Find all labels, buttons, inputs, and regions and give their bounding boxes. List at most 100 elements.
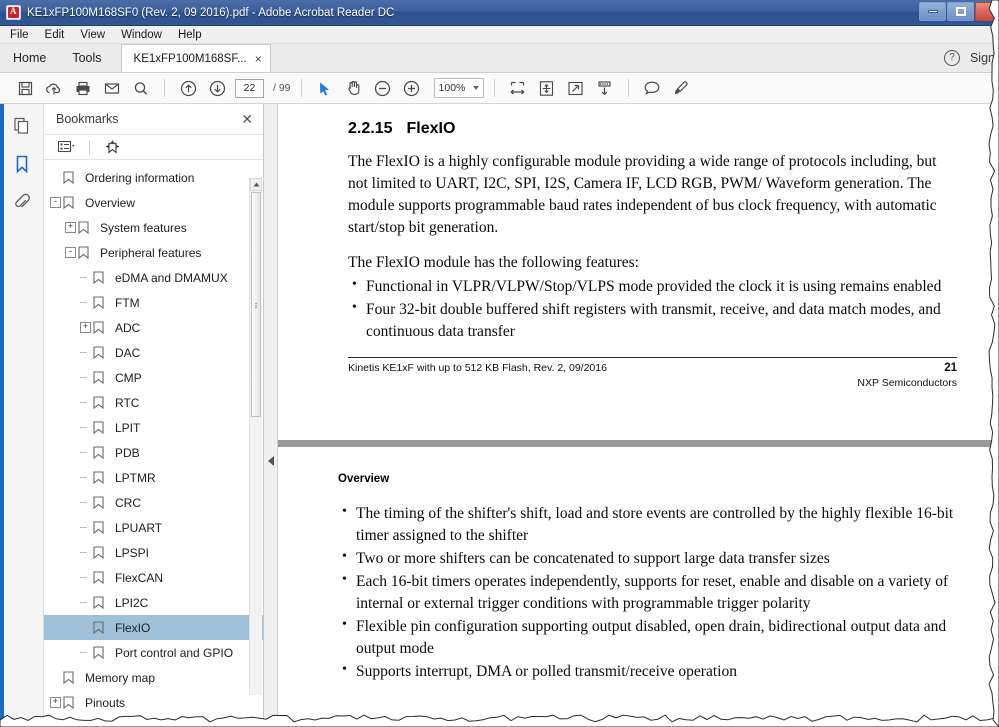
section-heading: 2.2.15 FlexIO	[348, 104, 957, 138]
fullscreen-icon[interactable]	[563, 76, 589, 100]
print-icon[interactable]	[70, 76, 96, 100]
section-number: 2.2.15	[348, 120, 393, 137]
menu-file[interactable]: File	[10, 29, 29, 41]
expand-icon[interactable]: +	[80, 322, 91, 333]
fit-width-icon[interactable]	[505, 76, 531, 100]
bookmark-icon	[93, 296, 106, 309]
collapse-icon[interactable]: -	[50, 197, 61, 208]
bookmarks-icon[interactable]	[10, 152, 34, 176]
close-icon[interactable]: ✕	[241, 112, 253, 126]
zoom-out-icon[interactable]	[370, 76, 396, 100]
bookmark-item-label: Overview	[85, 195, 136, 210]
bookmark-item-peripheral-features[interactable]: - Peripheral features	[44, 240, 263, 265]
minimize-button[interactable]	[919, 2, 946, 21]
highlight-icon[interactable]	[668, 76, 694, 100]
bookmark-item-lpit[interactable]: LPIT	[44, 415, 263, 440]
bookmark-item-label: System features	[100, 220, 187, 235]
list-item: The timing of the shifter's shift, load …	[338, 502, 957, 547]
bookmarks-scrollbar[interactable]	[249, 178, 262, 695]
bookmark-item-label: FTM	[115, 295, 140, 310]
bookmark-item-flexcan[interactable]: FlexCAN	[44, 565, 263, 590]
tab-home[interactable]: Home	[0, 43, 59, 72]
cloud-upload-icon[interactable]	[41, 76, 67, 100]
bookmark-item-label: Ordering information	[85, 170, 195, 185]
bookmark-item-label: RTC	[115, 395, 140, 410]
bookmark-item-adc[interactable]: + ADC	[44, 315, 263, 340]
bookmark-item-flexio[interactable]: FlexIO	[44, 615, 263, 640]
save-icon[interactable]	[12, 76, 38, 100]
bookmark-item-cmp[interactable]: CMP	[44, 365, 263, 390]
bookmark-item-ordering-information[interactable]: Ordering information	[44, 165, 263, 190]
tab-strip-right: ? Sign	[943, 43, 999, 72]
help-icon[interactable]: ?	[943, 49, 960, 66]
sign-in-button[interactable]: Sign	[970, 51, 995, 65]
bookmark-item-edma-and-dmamux[interactable]: eDMA and DMAMUX	[44, 265, 263, 290]
comment-icon[interactable]	[639, 76, 665, 100]
hand-tool-icon[interactable]	[341, 76, 367, 100]
bookmark-icon	[63, 196, 76, 209]
new-bookmark-icon[interactable]	[101, 137, 123, 157]
menu-bar: File Edit View Window Help	[0, 26, 999, 44]
bookmark-item-system-features[interactable]: + System features	[44, 215, 263, 240]
bookmark-item-lpspi[interactable]: LPSPI	[44, 540, 263, 565]
bookmark-item-ftm[interactable]: FTM	[44, 290, 263, 315]
bookmark-item-rtc[interactable]: RTC	[44, 390, 263, 415]
attachments-icon[interactable]	[10, 190, 34, 214]
menu-window[interactable]: Window	[121, 29, 162, 41]
previous-page-icon[interactable]	[175, 76, 201, 100]
bookmark-item-pdb[interactable]: PDB	[44, 440, 263, 465]
bookmark-item-label: Memory map	[85, 670, 156, 685]
tree-guide-line	[80, 502, 87, 503]
list-item: Functional in VLPR/VLPW/Stop/VLPS mode p…	[348, 275, 957, 298]
page-number-input[interactable]: 22	[235, 78, 264, 98]
options-menu-icon[interactable]	[56, 137, 78, 157]
bookmark-item-overview[interactable]: - Overview	[44, 190, 263, 215]
menu-edit[interactable]: Edit	[45, 29, 65, 41]
close-icon[interactable]: ×	[255, 53, 262, 65]
bookmark-item-label: ADC	[115, 320, 141, 335]
bookmark-item-label: CMP	[115, 370, 142, 385]
search-icon[interactable]	[128, 76, 154, 100]
menu-view[interactable]: View	[80, 29, 105, 41]
tree-guide-line	[80, 477, 87, 478]
bookmark-icon	[93, 271, 106, 284]
page-thumbnails-icon[interactable]	[10, 114, 34, 138]
bookmark-item-label: LPTMR	[115, 470, 156, 485]
expand-icon[interactable]: +	[50, 697, 61, 708]
selection-tool-icon[interactable]	[312, 76, 338, 100]
zoom-level-select[interactable]: 100%	[433, 78, 484, 98]
page-total-label: / 99	[273, 82, 291, 94]
maximize-button[interactable]	[947, 2, 974, 21]
next-page-icon[interactable]	[204, 76, 230, 100]
bookmark-icon	[93, 646, 106, 659]
bookmark-item-lpi2c[interactable]: LPI2C	[44, 590, 263, 615]
bookmark-item-dac[interactable]: DAC	[44, 340, 263, 365]
menu-help[interactable]: Help	[178, 29, 202, 41]
email-icon[interactable]	[99, 76, 125, 100]
bookmarks-tree[interactable]: Ordering information - Overview + System fea…	[44, 161, 263, 727]
scroll-up-button[interactable]	[250, 178, 262, 191]
bookmark-item-crc[interactable]: CRC	[44, 490, 263, 515]
expand-icon[interactable]: +	[65, 222, 76, 233]
bookmark-item-memory-map[interactable]: Memory map	[44, 665, 263, 690]
chevron-down-icon	[472, 86, 479, 90]
scrollbar-thumb[interactable]	[251, 192, 261, 417]
panel-splitter[interactable]	[264, 104, 278, 727]
collapse-panel-icon[interactable]	[268, 456, 274, 466]
bookmark-item-label: PDB	[115, 445, 140, 460]
bookmark-item-pinouts[interactable]: + Pinouts	[44, 690, 263, 715]
bookmark-item-lptmr[interactable]: LPTMR	[44, 465, 263, 490]
toolbar-divider-3	[493, 79, 495, 97]
fit-page-icon[interactable]	[534, 76, 560, 100]
bookmark-item-port-control-and-gpio[interactable]: Port control and GPIO	[44, 640, 263, 665]
tab-tools[interactable]: Tools	[59, 43, 114, 72]
close-button[interactable]	[975, 2, 999, 21]
tab-document[interactable]: KE1xFP100M168SF... ×	[120, 44, 271, 72]
zoom-in-icon[interactable]	[399, 76, 425, 100]
document-viewer[interactable]: 2.2.15 FlexIO The FlexIO is a highly con…	[278, 104, 999, 727]
bookmarks-panel: Bookmarks ✕ Ordering information - Overvie…	[44, 104, 264, 727]
scroll-mode-icon[interactable]	[592, 76, 618, 100]
collapse-icon[interactable]: -	[65, 247, 76, 258]
bookmark-item-lpuart[interactable]: LPUART	[44, 515, 263, 540]
page-title: Bookmarks	[56, 112, 119, 126]
